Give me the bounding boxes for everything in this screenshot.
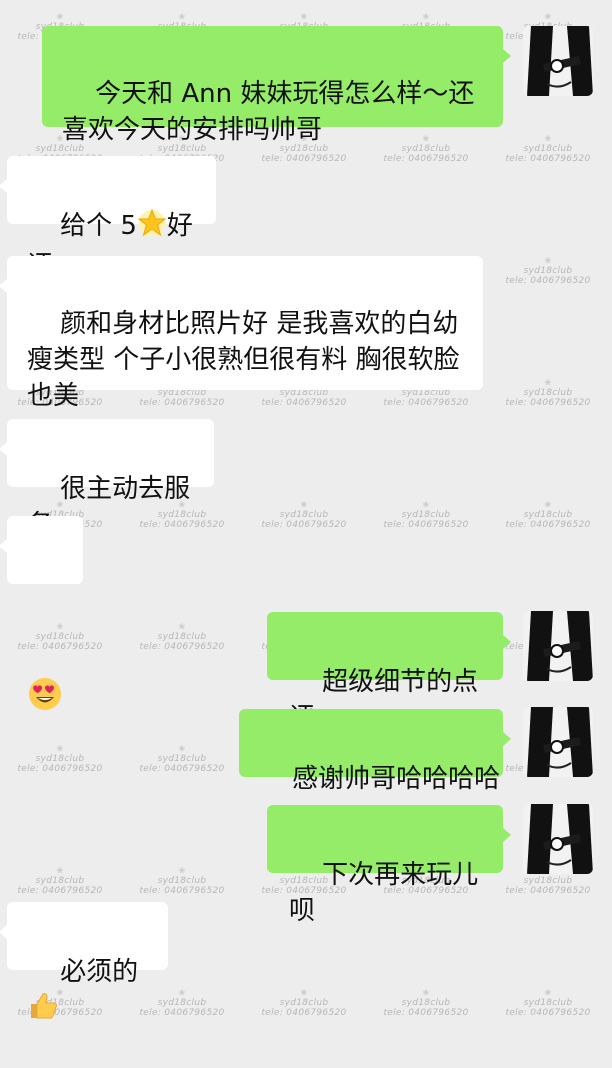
avatar-image	[523, 611, 593, 681]
watermark-tile: ❀syd18clubtele: 0406796520	[505, 378, 591, 408]
watermark-tile: ❀syd18clubtele: 0406796520	[383, 988, 469, 1018]
smiling-face-with-heart-eyes-icon	[27, 604, 83, 758]
sender-avatar[interactable]	[523, 611, 593, 681]
watermark-tile: ❀syd18clubtele: 0406796520	[139, 744, 225, 774]
message-bubble[interactable]: 必须的	[0, 902, 168, 1019]
watermark-tile: ❀syd18clubtele: 0406796520	[139, 866, 225, 896]
sender-avatar[interactable]	[523, 26, 593, 96]
watermark-tile: ❀syd18clubtele: 0406796520	[505, 256, 591, 286]
message-bubble[interactable]: 很主动去服务	[0, 419, 214, 540]
watermark-tile: ❀syd18clubtele: 0406796520	[383, 500, 469, 530]
watermark-tile: ❀syd18clubtele: 0406796520	[139, 622, 225, 652]
avatar-image	[523, 26, 593, 96]
watermark-tile: ❀syd18clubtele: 0406796520	[505, 500, 591, 530]
message-text: 下次再来玩儿呗	[289, 860, 479, 926]
message-text: 感谢帅哥哈哈哈哈	[292, 764, 501, 794]
watermark-tile: ❀syd18clubtele: 0406796520	[17, 866, 103, 896]
message-bubble[interactable]: 超级细节的点评	[267, 612, 511, 733]
watermark-tile: ❀syd18clubtele: 0406796520	[139, 988, 225, 1018]
message-bubble[interactable]: 给个 5好评	[0, 156, 216, 281]
sender-avatar[interactable]	[523, 707, 593, 777]
message-text: 颜和身材比照片好 是我喜欢的白幼瘦类型 个子小很熟但很有料 胸很软脸也美	[27, 309, 460, 411]
watermark-tile: ❀syd18clubtele: 0406796520	[383, 134, 469, 164]
message-bubble[interactable]: 颜和身材比照片好 是我喜欢的白幼瘦类型 个子小很熟但很有料 胸很软脸也美	[0, 256, 483, 411]
message-bubble[interactable]: 下次再来玩儿呗	[267, 805, 511, 926]
avatar-image	[523, 804, 593, 874]
message-bubble[interactable]: 感谢帅哥哈哈哈哈	[239, 709, 511, 794]
message-bubble[interactable]: 今天和 Ann 妹妹玩得怎么样～还喜欢今天的安排吗帅哥	[42, 26, 511, 145]
watermark-tile: ❀syd18clubtele: 0406796520	[505, 988, 591, 1018]
message-bubble[interactable]	[0, 516, 83, 710]
sender-avatar[interactable]	[523, 804, 593, 874]
avatar-image	[523, 707, 593, 777]
watermark-tile: ❀syd18clubtele: 0406796520	[261, 500, 347, 530]
message-text: 必须的	[60, 957, 139, 987]
message-text: 今天和 Ann 妹妹玩得怎么样～还喜欢今天的安排吗帅哥	[62, 79, 475, 145]
watermark-tile: ❀syd18clubtele: 0406796520	[261, 988, 347, 1018]
glowing-star-icon	[137, 208, 167, 248]
watermark-tile: ❀syd18clubtele: 0406796520	[17, 988, 103, 1018]
message-text-prefix: 给个 5	[60, 211, 137, 241]
thumbs-up-icon	[27, 990, 59, 1032]
watermark-tile: ❀syd18clubtele: 0406796520	[505, 134, 591, 164]
